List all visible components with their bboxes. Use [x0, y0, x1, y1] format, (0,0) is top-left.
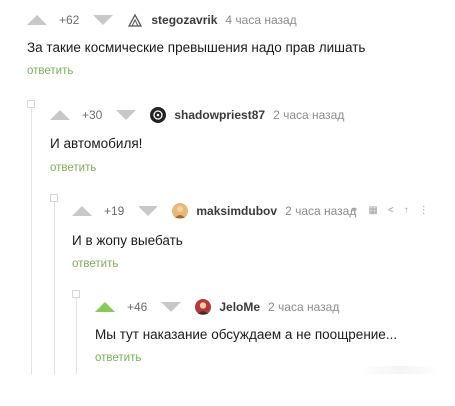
reply-link[interactable]: ответить	[72, 258, 118, 270]
arrow-down-icon[interactable]	[116, 110, 137, 120]
comment: +62 stegozavrik 4 часа назад За такие ко…	[27, 9, 447, 89]
comment-text: Мы тут наказание обсуждаем а не поощрени…	[95, 327, 398, 342]
reply-link[interactable]: ответить	[95, 352, 141, 364]
timestamp[interactable]: 4 часа назад	[225, 13, 296, 27]
more-icon[interactable]: ⋮	[419, 205, 429, 216]
reply-link[interactable]: ответить	[50, 162, 96, 174]
comment: +19 maksimdubov 2 часа назад ⚭ ▦ < ↑ ⋮ И…	[72, 200, 455, 280]
save-icon[interactable]: ▦	[368, 205, 377, 216]
divider	[360, 366, 440, 374]
expand-icon[interactable]: ↑	[404, 205, 409, 216]
comment-rating: +30	[82, 108, 103, 122]
avatar[interactable]	[150, 107, 167, 123]
avatar[interactable]	[195, 299, 212, 315]
arrow-up-icon[interactable]	[50, 110, 70, 120]
timestamp[interactable]: 2 часа назад	[268, 300, 339, 314]
arrow-down-icon[interactable]	[161, 302, 182, 312]
timestamp[interactable]: 2 часа назад	[273, 108, 344, 122]
avatar[interactable]	[127, 12, 144, 28]
thread-line	[76, 294, 77, 374]
comment-rating: +62	[59, 13, 80, 27]
reply-link[interactable]: ответить	[27, 65, 73, 77]
thread-collapse-toggle[interactable]	[72, 290, 80, 298]
thread-line	[54, 198, 55, 374]
comment-rating: +19	[104, 204, 125, 218]
arrow-down-icon[interactable]	[93, 15, 114, 25]
arrow-down-icon[interactable]	[138, 206, 159, 216]
username[interactable]: JeloMe	[219, 300, 260, 314]
comment: +46 JeloMe 2 часа назад Мы тут наказание…	[95, 296, 450, 376]
avatar[interactable]	[172, 203, 189, 219]
arrow-up-icon[interactable]	[72, 206, 92, 216]
username[interactable]: stegozavrik	[151, 13, 217, 27]
username[interactable]: maksimdubov	[196, 204, 277, 218]
arrow-up-icon[interactable]	[95, 302, 115, 312]
share-icon[interactable]: <	[388, 205, 394, 216]
thread-collapse-toggle[interactable]	[50, 194, 58, 202]
comment-rating: +46	[127, 300, 148, 314]
comment-text: За такие космические превышения надо пра…	[27, 40, 366, 55]
comment-text: И в жопу выебать	[72, 233, 183, 248]
link-icon[interactable]: ⚭	[350, 205, 358, 216]
comment-header: +46 JeloMe 2 часа назад	[95, 296, 339, 318]
comment-actions: ⚭ ▦ < ↑ ⋮	[350, 205, 429, 216]
comment-header: +30 shadowpriest87 2 часа назад	[50, 104, 344, 126]
username[interactable]: shadowpriest87	[174, 108, 265, 122]
comment: +30 shadowpriest87 2 часа назад И автомо…	[50, 104, 450, 184]
timestamp[interactable]: 2 часа назад	[285, 204, 356, 218]
arrow-up-icon[interactable]	[27, 15, 47, 25]
thread-collapse-toggle[interactable]	[27, 100, 35, 108]
comment-text: И автомобиля!	[50, 136, 143, 151]
comment-header: +62 stegozavrik 4 часа назад	[27, 9, 297, 31]
thread-line	[31, 104, 32, 374]
comment-header: +19 maksimdubov 2 часа назад	[72, 200, 356, 222]
